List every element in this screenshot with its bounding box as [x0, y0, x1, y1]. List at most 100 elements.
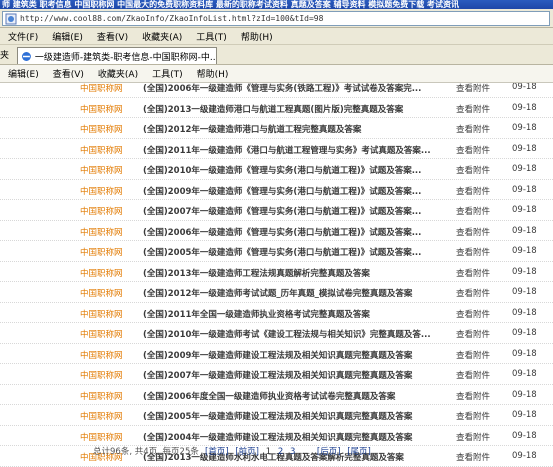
item-title-link[interactable]: (全国)2013年一级建造师工程法规真题解析完整真题及答案	[143, 267, 370, 279]
item-title-link[interactable]: (全国)2009年一级建造师《管理与实务(港口与航道工程)》试题及答案...	[143, 185, 421, 197]
list-item[interactable]: 中国职称网 (全国)2006年度全国一级建造师执业资格考试试卷完整真题及答案 查看附…	[0, 385, 553, 405]
item-source-link[interactable]: 中国职称网	[80, 390, 123, 402]
menu-favorites[interactable]: 收藏夹(A)	[142, 30, 182, 43]
address-input[interactable]: http://www.cool88.com/ZkaoInfo/ZkaoInfoL…	[2, 11, 550, 26]
list-item[interactable]: 中国职称网 (全国)2007年一级建造师建设工程法规及相关知识真题完整真题及答案 查…	[0, 364, 553, 385]
item-date: 09-18	[512, 410, 537, 420]
menu-edit-2[interactable]: 编辑(E)	[8, 67, 39, 80]
item-attachment-link[interactable]: 查看附件	[456, 205, 490, 217]
item-title-link[interactable]: (全国)2013一级建造师港口与航道工程真题(图片版)完整真题及答案	[143, 103, 403, 115]
item-date: 09-18	[512, 430, 537, 441]
page-icon	[5, 13, 17, 24]
list-item[interactable]: 中国职称网 (全国)2009年一级建造师建设工程法规及相关知识真题完整真题及答案 查…	[0, 344, 553, 364]
item-title-link[interactable]: (全国)2012年一级建造师考试试题_历年真题_模拟试卷完整真题及答案	[143, 287, 412, 299]
item-source-link[interactable]: 中国职称网	[80, 103, 123, 115]
list-item[interactable]: 中国职称网 (全国)2013一级建造师港口与航道工程真题(图片版)完整真题及答案 查…	[0, 98, 553, 118]
list-item[interactable]: 中国职称网 (全国)2009年一级建造师《管理与实务(港口与航道工程)》试题及答案…	[0, 180, 553, 200]
item-title-link[interactable]: (全国)2011年全国一级建造师执业资格考试完整真题及答案	[143, 308, 370, 320]
list-item[interactable]: 中国职称网 (全国)2007年一级建造师《管理与实务(港口与航道工程)》试题及答案…	[0, 200, 553, 221]
item-attachment-link[interactable]: 查看附件	[456, 246, 490, 258]
item-attachment-link[interactable]: 查看附件	[456, 390, 490, 402]
list-item[interactable]: 中国职称网 (全国)2011年一级建造师《港口与航道工程管理与实务》考试真题及答案…	[0, 139, 553, 159]
item-title-link[interactable]: (全国)2006年一级建造师《管理与实务(铁路工程)》考试试卷及答案完...	[143, 83, 421, 94]
item-title-link[interactable]: (全国)2011年一级建造师《港口与航道工程管理与实务》考试真题及答案...	[143, 144, 431, 156]
prev-page-link[interactable]: [前页]	[235, 447, 259, 457]
item-source-link[interactable]: 中国职称网	[80, 185, 123, 197]
item-title-link[interactable]: (全国)2007年一级建造师《管理与实务(港口与航道工程)》试题及答案...	[143, 205, 421, 217]
menu-tools-2[interactable]: 工具(T)	[152, 67, 183, 80]
item-attachment-link[interactable]: 查看附件	[456, 328, 490, 340]
page-3-link[interactable]: 3	[290, 447, 295, 457]
item-title-link[interactable]: (全国)2006年度全国一级建造师执业资格考试试卷完整真题及答案	[143, 390, 395, 402]
item-title-link[interactable]: (全国)2007年一级建造师建设工程法规及相关知识真题完整真题及答案	[143, 369, 412, 381]
item-title-link[interactable]: (全国)2012年一级建造师港口与航道工程完整真题及答案	[143, 123, 361, 135]
last-page-link[interactable]: [尾页]	[347, 447, 371, 457]
item-source-link[interactable]: 中国职称网	[80, 205, 123, 217]
item-source-link[interactable]: 中国职称网	[80, 349, 123, 361]
favorites-label[interactable]: 夹	[0, 48, 9, 61]
item-title-link[interactable]: (全国)2005年一级建造师建设工程法规及相关知识真题完整真题及答案	[143, 410, 412, 422]
list-item[interactable]: 中国职称网 (全国)2012年一级建造师考试试题_历年真题_模拟试卷完整真题及答案…	[0, 282, 553, 303]
item-title-link[interactable]: (全国)2010年一级建造师考试《建设工程法规与相关知识》完整真题及答...	[143, 328, 431, 340]
item-source-link[interactable]: 中国职称网	[80, 308, 123, 320]
item-attachment-link[interactable]: 查看附件	[456, 123, 490, 135]
item-attachment-link[interactable]: 查看附件	[456, 308, 490, 320]
item-source-link[interactable]: 中国职称网	[80, 123, 123, 135]
item-attachment-link[interactable]: 查看附件	[456, 83, 490, 94]
browser-tab[interactable]: 一级建造师-建筑类-职考信息-中国职称网-中...	[17, 47, 217, 64]
address-url: http://www.cool88.com/ZkaoInfo/ZkaoInfoL…	[20, 14, 324, 23]
item-source-link[interactable]: 中国职称网	[80, 83, 123, 94]
menu-favorites-2[interactable]: 收藏夹(A)	[98, 67, 138, 80]
item-source-link[interactable]: 中国职称网	[80, 328, 123, 340]
list-item[interactable]: 中国职称网 (全国)2005年一级建造师《管理与实务(港口与航道工程)》试题及答案…	[0, 241, 553, 262]
list-item[interactable]: 中国职称网 (全国)2012年一级建造师港口与航道工程完整真题及答案 查看附件 09-…	[0, 118, 553, 139]
item-attachment-link[interactable]: 查看附件	[456, 267, 490, 279]
item-source-link[interactable]: 中国职称网	[80, 287, 123, 299]
menu-file[interactable]: 文件(F)	[8, 30, 38, 43]
item-source-link[interactable]: 中国职称网	[80, 410, 123, 422]
item-attachment-link[interactable]: 查看附件	[456, 349, 490, 361]
menu-view-2[interactable]: 查看(V)	[53, 67, 84, 80]
page-ellipsis: ...	[302, 447, 311, 457]
item-source-link[interactable]: 中国职称网	[80, 226, 123, 238]
window-title-bar: 师 建筑类 职考信息 中国职称网 中国最大的免费职称资料库 最新的职称考试资料 …	[0, 0, 553, 9]
next-page-link[interactable]: [后页]	[317, 447, 341, 457]
item-source-link[interactable]: 中国职称网	[80, 144, 123, 156]
list-item[interactable]: 中国职称网 (全国)2011年全国一级建造师执业资格考试完整真题及答案 查看附件 09…	[0, 303, 553, 323]
item-title-link[interactable]: (全国)2006年一级建造师《管理与实务(港口与航道工程)》试题及答案...	[143, 226, 421, 238]
menu-help-2[interactable]: 帮助(H)	[197, 67, 229, 80]
top-menu-bar: 文件(F) 编辑(E) 查看(V) 收藏夹(A) 工具(T) 帮助(H)	[0, 28, 553, 45]
item-title-link[interactable]: (全国)2010年一级建造师《管理与实务(港口与航道工程)》试题及答案...	[143, 164, 421, 176]
item-source-link[interactable]: 中国职称网	[80, 246, 123, 258]
list-item[interactable]: 中国职称网 (全国)2010年一级建造师《管理与实务(港口与航道工程)》试题及答案…	[0, 159, 553, 180]
menu-tools[interactable]: 工具(T)	[196, 30, 227, 43]
item-attachment-link[interactable]: 查看附件	[456, 103, 490, 115]
menu-view[interactable]: 查看(V)	[97, 30, 128, 43]
item-title-link[interactable]: (全国)2009年一级建造师建设工程法规及相关知识真题完整真题及答案	[143, 349, 412, 361]
item-source-link[interactable]: 中国职称网	[80, 369, 123, 381]
item-attachment-link[interactable]: 查看附件	[456, 226, 490, 238]
item-attachment-link[interactable]: 查看附件	[456, 369, 490, 381]
tab-bar: 夹 一级建造师-建筑类-职考信息-中国职称网-中...	[0, 45, 553, 65]
item-date: 09-18	[512, 184, 537, 195]
first-page-link[interactable]: [首页]	[205, 447, 229, 457]
item-source-link[interactable]: 中国职称网	[80, 267, 123, 279]
list-item[interactable]: 中国职称网 (全国)2006年一级建造师《管理与实务(铁路工程)》考试试卷及答案完…	[0, 83, 553, 98]
item-attachment-link[interactable]: 查看附件	[456, 185, 490, 197]
item-attachment-link[interactable]: 查看附件	[456, 164, 490, 176]
item-title-link[interactable]: (全国)2005年一级建造师《管理与实务(港口与航道工程)》试题及答案...	[143, 246, 421, 258]
page-2-link[interactable]: 2	[278, 447, 283, 457]
item-attachment-link[interactable]: 查看附件	[456, 144, 490, 156]
list-item[interactable]: 中国职称网 (全国)2013年一级建造师工程法规真题解析完整真题及答案 查看附件 09…	[0, 262, 553, 282]
item-attachment-link[interactable]: 查看附件	[456, 287, 490, 299]
item-date: 09-18	[512, 83, 537, 92]
list-item[interactable]: 中国职称网 (全国)2006年一级建造师《管理与实务(港口与航道工程)》试题及答案…	[0, 221, 553, 241]
item-attachment-link[interactable]: 查看附件	[456, 410, 490, 422]
address-bar: http://www.cool88.com/ZkaoInfo/ZkaoInfoL…	[0, 9, 553, 28]
list-item[interactable]: 中国职称网 (全国)2005年一级建造师建设工程法规及相关知识真题完整真题及答案 查…	[0, 405, 553, 426]
menu-edit[interactable]: 编辑(E)	[52, 30, 83, 43]
page-1: 1	[265, 447, 272, 457]
list-item[interactable]: 中国职称网 (全国)2010年一级建造师考试《建设工程法规与相关知识》完整真题及答…	[0, 323, 553, 344]
item-source-link[interactable]: 中国职称网	[80, 164, 123, 176]
menu-help[interactable]: 帮助(H)	[241, 30, 273, 43]
